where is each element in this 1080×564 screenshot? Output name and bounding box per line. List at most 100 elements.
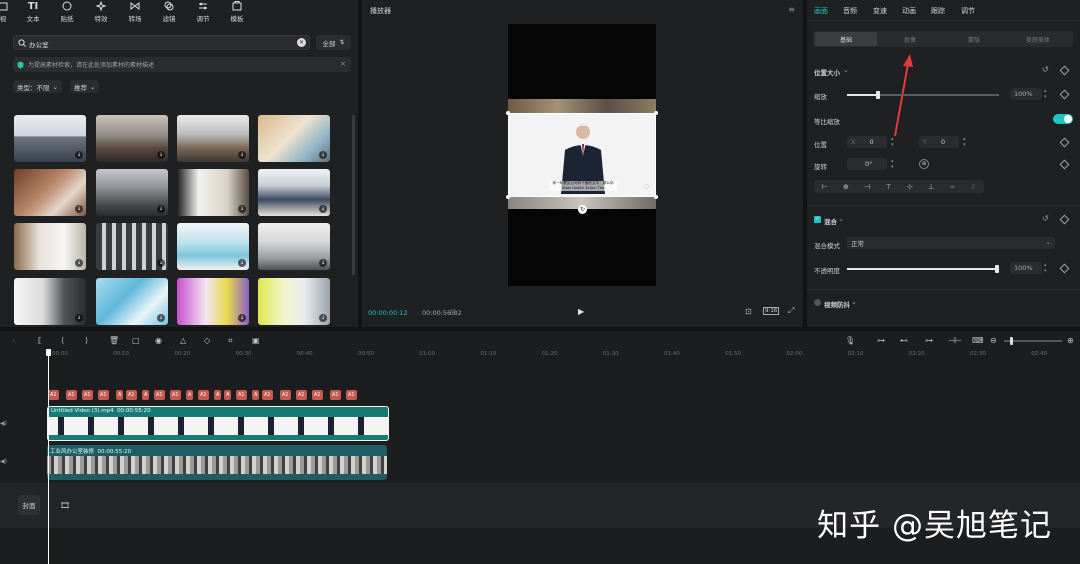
download-icon[interactable]: ↓ (319, 314, 327, 322)
tool-transition[interactable]: 转场 (118, 0, 152, 24)
resize-handle[interactable] (506, 195, 510, 199)
text-chip[interactable]: A1 (346, 390, 357, 400)
subtab-basic[interactable]: 基础 (815, 32, 877, 46)
media-thumb[interactable]: ↓ (258, 169, 330, 216)
keyframe-icon[interactable] (1059, 89, 1070, 100)
linkage-icon[interactable]: ⊶ (925, 336, 933, 345)
rotate-field[interactable]: 0° (847, 158, 887, 170)
tab-adjust[interactable]: 调节 (961, 6, 975, 16)
tab-audio[interactable]: 音频 (843, 6, 857, 16)
flip-v-icon[interactable]: ⇳ (970, 183, 976, 191)
align-left-icon[interactable]: ⊢ (822, 183, 828, 191)
rotate-icon[interactable]: ◇ (204, 336, 210, 345)
crop-icon[interactable]: ⌗ (228, 336, 233, 346)
flip-h-icon[interactable]: ⇹ (949, 183, 955, 191)
subtab-beauty[interactable]: 美颜美体 (1007, 32, 1069, 46)
zoom-in-icon[interactable]: ⊕ (1067, 336, 1074, 345)
download-icon[interactable]: ↓ (75, 151, 83, 159)
rotate-dial-icon[interactable]: ⊕ (919, 159, 929, 169)
text-chip[interactable]: A1 (48, 390, 59, 400)
text-chip[interactable]: A1 (236, 390, 247, 400)
type-filter-dropdown[interactable]: 类型：不限 ⌄ (13, 80, 62, 93)
media-thumb[interactable]: ↓ (96, 115, 168, 162)
delete-icon[interactable]: 🗑 (109, 336, 119, 345)
media-thumb[interactable]: ↓ (177, 278, 249, 325)
text-chip[interactable]: A1 (98, 390, 109, 400)
reverse-icon[interactable]: ◉ (155, 336, 162, 345)
text-chip[interactable]: A1 (82, 390, 93, 400)
keyframe-icon[interactable] (1059, 65, 1070, 76)
track-audio-icon[interactable]: ◀) (0, 458, 7, 465)
align-center-h-icon[interactable]: ⊕ (843, 183, 849, 191)
text-chip[interactable]: A1 (280, 390, 291, 400)
tool-adjust[interactable]: 调节 (186, 0, 220, 24)
download-icon[interactable]: ↓ (75, 259, 83, 267)
media-thumb[interactable]: ↓ (258, 115, 330, 162)
timeline-grid-icon[interactable]: ▥ (450, 308, 457, 316)
download-icon[interactable]: ↓ (238, 205, 246, 213)
media-thumb[interactable]: ↓ (258, 223, 330, 270)
media-thumb[interactable]: ↓ (177, 169, 249, 216)
chevron-down-icon[interactable]: ⌄ (838, 215, 844, 223)
tool-sticker[interactable]: 贴纸 (50, 0, 84, 24)
stepper-icon[interactable]: ▴ ▾ (891, 136, 894, 148)
stepper-icon[interactable]: ▴ ▾ (963, 136, 966, 148)
text-chip[interactable]: A (116, 390, 124, 400)
chevron-down-icon[interactable]: ⌄ (843, 66, 849, 74)
search-input[interactable]: 办公室 × (13, 35, 310, 50)
position-y-field[interactable]: Y0 (919, 136, 959, 148)
tool-text[interactable]: TI 文本 (16, 0, 50, 24)
mirror-icon[interactable]: △ (180, 336, 186, 345)
align-center-v-icon[interactable]: ⊹ (907, 183, 913, 191)
split-right-icon[interactable]: ⟩ (85, 336, 88, 345)
download-icon[interactable]: ↓ (238, 314, 246, 322)
text-chip[interactable]: A1 (126, 390, 137, 400)
download-icon[interactable]: ↓ (238, 259, 246, 267)
playhead-line[interactable] (48, 355, 49, 564)
text-chip[interactable]: A (186, 390, 194, 400)
split-icon[interactable]: ⟦ (38, 336, 42, 345)
aspect-ratio-button[interactable]: 9:16 (763, 307, 780, 315)
align-right-icon[interactable]: ⊣ (864, 183, 870, 191)
text-chip[interactable]: A (224, 390, 232, 400)
menu-icon[interactable]: ≡ (788, 5, 795, 14)
caption-icon[interactable]: ⌨ (972, 336, 984, 345)
media-thumb[interactable]: ↓ (177, 223, 249, 270)
text-chip[interactable]: A (214, 390, 222, 400)
tool-template[interactable]: 模板 (220, 0, 254, 24)
stepper-icon[interactable]: ▴ ▾ (1044, 88, 1047, 100)
text-chip[interactable]: A1 (66, 390, 77, 400)
media-thumb[interactable]: ↓ (14, 223, 86, 270)
blend-checkbox[interactable]: ✓ (814, 216, 821, 223)
snap-icon[interactable]: ⊷ (900, 336, 908, 345)
download-icon[interactable]: ↓ (157, 259, 165, 267)
subtab-mask[interactable]: 蒙版 (943, 32, 1005, 46)
link-icon[interactable]: ⊶ (877, 336, 885, 345)
media-thumb[interactable]: ↓ (96, 169, 168, 216)
stepper-icon[interactable]: ▴ ▾ (891, 158, 894, 170)
keyframe-icon[interactable] (1059, 214, 1070, 225)
text-chip[interactable]: A (252, 390, 260, 400)
opacity-slider[interactable] (847, 268, 999, 270)
text-chip[interactable]: A (142, 390, 150, 400)
tool-effects[interactable]: 特效 (84, 0, 118, 24)
text-chip[interactable]: A1 (330, 390, 341, 400)
play-icon[interactable]: ▶ (578, 307, 584, 316)
scale-slider-knob[interactable] (876, 91, 880, 99)
download-icon[interactable]: ↓ (75, 205, 83, 213)
opacity-slider-knob[interactable] (995, 265, 999, 273)
tool-filter[interactable]: 滤镜 (152, 0, 186, 24)
fullscreen-icon[interactable]: ⤢ (788, 306, 794, 316)
download-icon[interactable]: ↓ (319, 259, 327, 267)
media-thumb[interactable]: ↓ (96, 223, 168, 270)
align-bottom-icon[interactable]: ⊥ (928, 183, 934, 191)
uniform-scale-toggle[interactable] (1053, 114, 1073, 124)
video-clip-secondary[interactable]: 工业风办公室装修 00:00:55:20 (47, 445, 387, 480)
media-thumb[interactable]: ↓ (96, 278, 168, 325)
keyframe-icon[interactable] (1059, 159, 1070, 170)
preview-axis-icon[interactable]: ⊣⊢ (948, 336, 962, 345)
text-chip[interactable]: A1 (312, 390, 323, 400)
position-x-field[interactable]: X0 (847, 136, 887, 148)
reset-icon[interactable]: ↺ (1042, 65, 1049, 74)
resize-handle[interactable] (654, 111, 658, 115)
